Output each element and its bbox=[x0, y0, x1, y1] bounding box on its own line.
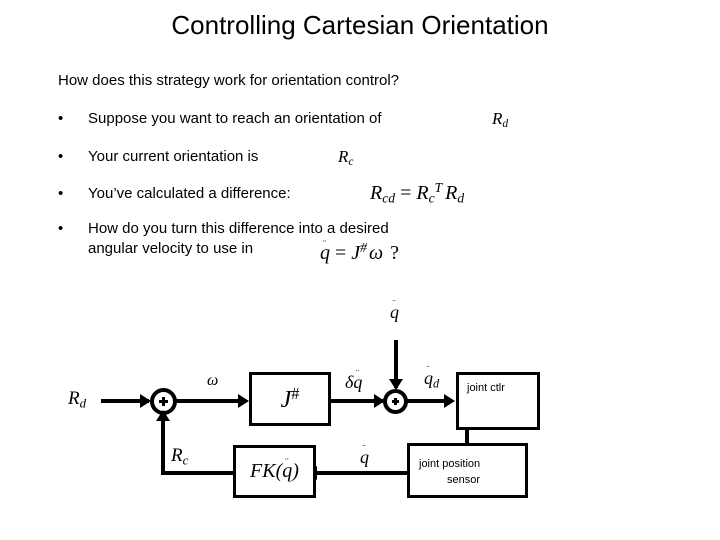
signal-label-delta-qdot: δ ¨ q bbox=[345, 368, 362, 393]
math-base-r: R bbox=[171, 445, 183, 466]
signal-label-rd: Rd bbox=[68, 388, 86, 412]
signal-label-qdot-desired: ¨ qd bbox=[424, 364, 440, 391]
math-fk-suffix: ) bbox=[292, 460, 299, 482]
signal-label-omega: ω bbox=[207, 372, 219, 389]
signal-label-rc: Rc bbox=[171, 445, 188, 469]
arrowhead-feedback-to-sum bbox=[156, 410, 170, 421]
math-qdot: ¨ q bbox=[360, 443, 369, 468]
block-diagram: Rd ω J# δ ¨ q ¨ q ¨ qd joint ctlr joint … bbox=[0, 0, 720, 540]
math-qdot: ¨ q bbox=[282, 456, 292, 483]
wire-sum-to-jacobian bbox=[176, 399, 242, 403]
plus-vertical-stroke bbox=[394, 398, 397, 405]
math-sub-d: d bbox=[433, 376, 440, 391]
block-forward-kinematics-label: FK(¨ q) bbox=[236, 448, 313, 495]
math-dot-accent: ¨ bbox=[285, 456, 290, 469]
signal-label-qdot-feedback: ¨ q bbox=[360, 443, 369, 468]
arrowhead-sum2-to-joint-ctlr bbox=[444, 394, 455, 408]
math-j: J bbox=[280, 387, 292, 414]
math-sub-c: c bbox=[182, 452, 189, 468]
math-dot-accent: ¨ bbox=[362, 443, 367, 455]
math-sharp: # bbox=[291, 383, 300, 403]
arrowhead-sum-to-jacobian bbox=[238, 394, 249, 408]
math-dot-accent: ¨ bbox=[426, 364, 431, 376]
wire-feedback-vertical bbox=[161, 418, 165, 473]
math-base-r: R bbox=[68, 388, 80, 409]
block-forward-kinematics: FK(¨ q) bbox=[233, 445, 316, 498]
slide-canvas: Controlling Cartesian Orientation How do… bbox=[0, 0, 720, 540]
block-jacobian-label: J# bbox=[252, 375, 328, 423]
math-delta: δ bbox=[345, 372, 354, 392]
block-joint-position-sensor: joint position sensor bbox=[407, 443, 528, 498]
math-qdot: ¨ q bbox=[424, 364, 433, 389]
block-joint-controller-label: joint ctlr bbox=[467, 382, 505, 394]
block-jacobian-pseudoinverse: J# bbox=[249, 372, 331, 426]
wire-fk-to-feedback-corner bbox=[161, 471, 235, 475]
block-joint-position-sensor-label-line1: joint position bbox=[419, 458, 481, 470]
math-dot-accent: ¨ bbox=[392, 298, 397, 310]
block-joint-position-sensor-label-line2: sensor bbox=[447, 474, 481, 486]
math-fk-prefix: FK( bbox=[250, 460, 283, 482]
wire-joint-ctlr-to-sensor bbox=[465, 428, 469, 445]
wire-sum2-to-joint-ctlr bbox=[407, 399, 449, 403]
plus-vertical-stroke bbox=[162, 397, 165, 406]
math-dot-accent: ¨ bbox=[355, 368, 360, 380]
summing-junction-velocity bbox=[383, 389, 408, 414]
math-sub-d: d bbox=[79, 395, 87, 411]
math-qdot: ¨ q bbox=[353, 368, 362, 393]
math-qdot: ¨ q bbox=[390, 298, 399, 323]
signal-label-qdot-top: ¨ q bbox=[390, 298, 399, 323]
wire-sensor-to-fk bbox=[313, 471, 409, 475]
block-joint-controller: joint ctlr bbox=[456, 372, 540, 430]
